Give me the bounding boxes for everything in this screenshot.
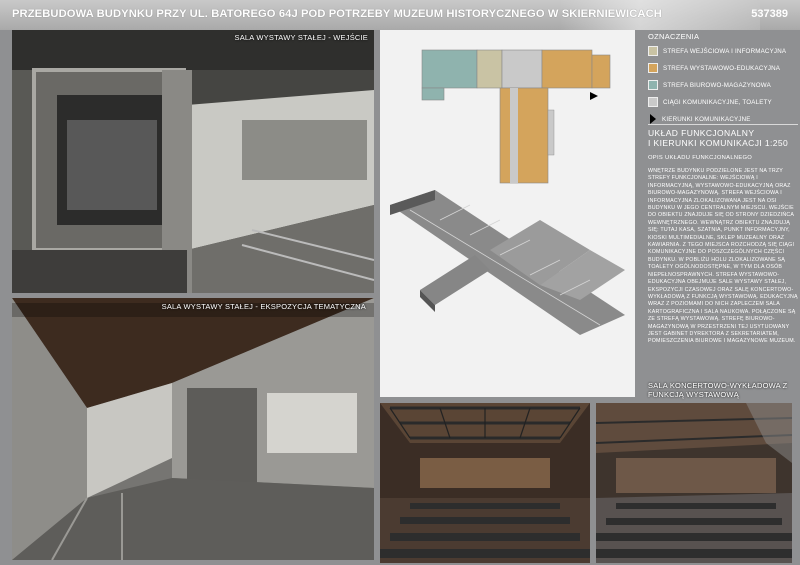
floor-plan-panel [380, 30, 635, 397]
legend-swatch [648, 46, 658, 56]
legend-item-office: STREFA BIUROWO-MAGAZYNOWA [648, 79, 798, 91]
divider [648, 124, 798, 125]
legend-swatch [648, 63, 658, 73]
legend-heading: OZNACZENIA [648, 32, 700, 41]
legend-label: STREFA WYSTAWOWO-EDUKACYJNA [663, 64, 781, 72]
description-heading: OPIS UKŁADU FUNKCJONALNEGO [648, 155, 753, 161]
legend-swatch [648, 97, 658, 107]
description-text: WNĘTRZE BUDYNKU PODZIELONE JEST NA TRZY … [648, 168, 798, 345]
project-code: 537389 [751, 8, 788, 20]
legend-item-communication: CIĄGI KOMUNIKACYJNE, TOALETY [648, 96, 798, 108]
legend-label: KIERUNKI KOMUNIKACYJNE [662, 115, 751, 123]
concert-hall-illustration-2 [596, 403, 792, 563]
exhibition-rendering: SALA WYSTAWY STAŁEJ - EKSPOZYCJA TEMATYC… [12, 298, 374, 560]
concert-hall-rendering-2 [596, 403, 792, 563]
entrance-rendering: SALA WYSTAWY STAŁEJ - WEJŚCIE [12, 30, 374, 293]
header-bar: PRZEBUDOWA BUDYNKU PRZY UL. BATOREGO 64J… [0, 0, 800, 30]
floor-plan [380, 30, 635, 397]
legend-label: CIĄGI KOMUNIKACYJNE, TOALETY [663, 98, 772, 106]
concert-hall-rendering-1 [380, 403, 590, 563]
arrow-icon [650, 114, 656, 124]
exhibition-caption: SALA WYSTAWY STAŁEJ - EKSPOZYCJA TEMATYC… [161, 302, 366, 311]
legend-item-exhibition: STREFA WYSTAWOWO-EDUKACYJNA [648, 62, 798, 74]
legend-label: STREFA WEJŚCIOWA I INFORMACYJNA [663, 47, 787, 55]
legend: OZNACZENIA STREFA WEJŚCIOWA I INFORMACYJ… [648, 32, 798, 130]
concert-hall-caption: SALA KONCERTOWO-WYKŁADOWA Z FUNKCJĄ WYST… [648, 381, 788, 399]
legend-swatch [648, 80, 658, 90]
entrance-caption: SALA WYSTAWY STAŁEJ - WEJŚCIE [234, 33, 368, 42]
exhibition-illustration [12, 298, 374, 560]
legend-item-entrance: STREFA WEJŚCIOWA I INFORMACYJNA [648, 45, 798, 57]
concert-hall-illustration-1 [380, 403, 590, 563]
legend-label: STREFA BIUROWO-MAGAZYNOWA [663, 81, 771, 89]
layout-title-line2: I KIERUNKI KOMUNIKACJI 1:250 [648, 138, 789, 148]
layout-title-line1: UKŁAD FUNKCJONALNY [648, 128, 755, 138]
page-title: PRZEBUDOWA BUDYNKU PRZY UL. BATOREGO 64J… [12, 8, 662, 20]
entrance-illustration [12, 30, 374, 293]
